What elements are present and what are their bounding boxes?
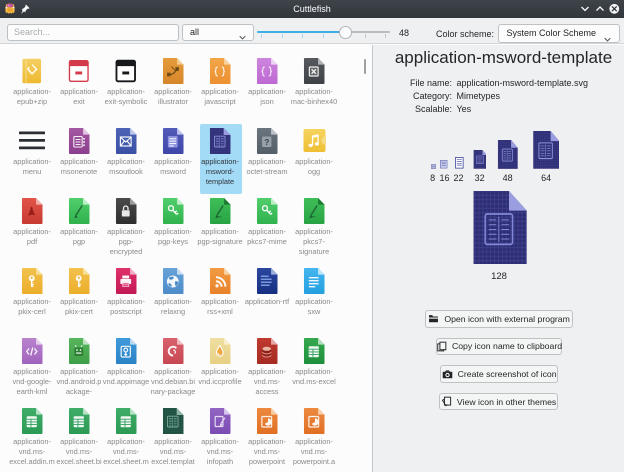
svg-text:?: ? xyxy=(264,136,269,146)
